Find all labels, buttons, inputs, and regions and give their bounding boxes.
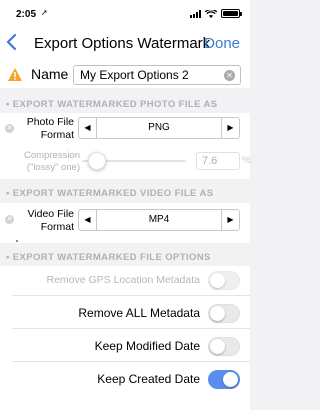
name-input[interactable] xyxy=(73,65,241,85)
option-label-keep-modified-date: Keep Modified Date xyxy=(94,339,200,353)
option-label-remove-all-metadata: Remove ALL Metadata xyxy=(78,306,200,320)
photo-format-prev-button[interactable]: ◀ xyxy=(79,118,97,138)
divider xyxy=(12,361,250,362)
photo-format-label: Photo File Format xyxy=(26,116,74,141)
compression-slider-thumb[interactable] xyxy=(88,152,107,170)
video-format-label: Video File Format xyxy=(27,208,74,233)
toggle-keep-created-date[interactable] xyxy=(208,370,240,389)
video-format-prev-button[interactable]: ◀ xyxy=(79,210,97,230)
wifi-icon xyxy=(205,9,217,18)
compression-row: Compression ("lossy" one) 7.6 % xyxy=(0,149,251,175)
file-options-group: Remove GPS Location Metadata Remove ALL … xyxy=(0,266,250,410)
option-row-keep-created-date: Keep Created Date xyxy=(0,365,250,394)
option-row-remove-gps: Remove GPS Location Metadata xyxy=(0,266,250,295)
option-label-keep-created-date: Keep Created Date xyxy=(97,372,200,386)
option-row-keep-modified-date: Keep Modified Date xyxy=(0,332,250,361)
video-format-value: MP4 xyxy=(148,214,170,225)
bullet-dot xyxy=(16,240,18,242)
compression-value-field[interactable]: 7.6 xyxy=(196,152,240,170)
divider xyxy=(12,295,250,296)
toggle-remove-gps[interactable] xyxy=(208,271,240,290)
video-format-stepper[interactable]: ◀ MP4 ▶ xyxy=(78,209,240,231)
section-header-file-options-text: EXPORT WATERMARKED FILE OPTIONS xyxy=(12,252,211,263)
section-header-photo-text: EXPORT WATERMARKED PHOTO FILE AS xyxy=(12,99,218,110)
status-time: 2:05 xyxy=(16,9,37,20)
battery-icon xyxy=(221,9,242,18)
section-header-file-options: • EXPORT WATERMARKED FILE OPTIONS xyxy=(6,252,211,263)
name-row: Name ✕ xyxy=(0,62,250,88)
video-format-delete-icon[interactable]: ✕ xyxy=(5,215,14,224)
photo-format-value: PNG xyxy=(148,122,170,133)
navigation-bar: Export Options Watermark Done xyxy=(0,22,250,62)
back-chevron-icon[interactable] xyxy=(4,32,18,52)
status-bar: 2:05 ➚ xyxy=(0,0,250,22)
section-header-video: • EXPORT WATERMARKED VIDEO FILE AS xyxy=(6,188,214,199)
photo-format-delete-icon[interactable]: ✕ xyxy=(5,124,14,133)
location-arrow-icon: ➚ xyxy=(41,8,48,17)
section-header-video-text: EXPORT WATERMARKED VIDEO FILE AS xyxy=(12,188,214,199)
done-button[interactable]: Done xyxy=(204,35,240,52)
warning-icon xyxy=(8,68,22,81)
photo-group: ✕ Photo File Format ◀ PNG ▶ Compression … xyxy=(0,113,251,179)
video-group: ✕ Video File Format ◀ MP4 ▶ xyxy=(0,203,250,243)
page-title: Export Options Watermark xyxy=(34,35,211,52)
toggle-keep-modified-date[interactable] xyxy=(208,337,240,356)
compression-label: Compression ("lossy" one) xyxy=(24,150,80,173)
cellular-signal-icon xyxy=(190,9,201,18)
name-label: Name xyxy=(31,66,69,82)
photo-format-next-button[interactable]: ▶ xyxy=(221,118,239,138)
divider xyxy=(12,328,250,329)
photo-format-stepper[interactable]: ◀ PNG ▶ xyxy=(78,117,240,139)
clear-text-icon[interactable]: ✕ xyxy=(224,70,235,81)
option-label-remove-gps: Remove GPS Location Metadata xyxy=(46,274,200,286)
status-icons xyxy=(190,9,242,18)
option-row-remove-all-metadata: Remove ALL Metadata xyxy=(0,299,250,328)
video-format-next-button[interactable]: ▶ xyxy=(221,210,239,230)
toggle-remove-all-metadata[interactable] xyxy=(208,304,240,323)
compression-unit: % xyxy=(242,155,251,166)
section-header-photo: • EXPORT WATERMARKED PHOTO FILE AS xyxy=(6,99,218,110)
